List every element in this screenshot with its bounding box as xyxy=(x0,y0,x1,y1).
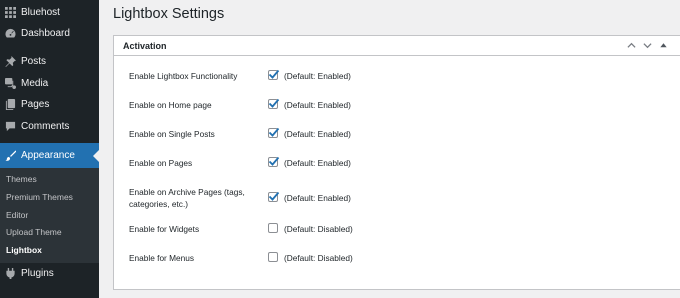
panel-title: Activation xyxy=(123,41,167,51)
sidebar-item-label: Dashboard xyxy=(21,27,70,39)
default-note: (Default: Disabled) xyxy=(284,224,353,234)
grid-icon xyxy=(4,6,16,18)
sidebar-item-label: Appearance xyxy=(21,150,75,161)
page-title: Lightbox Settings xyxy=(113,6,225,22)
sidebar-item-appearance[interactable]: Appearance xyxy=(0,143,99,168)
default-note: (Default: Enabled) xyxy=(284,158,351,168)
setting-label: Enable on Pages xyxy=(129,158,193,168)
submenu-item-lightbox[interactable]: Lightbox xyxy=(6,245,42,255)
triangle-up-icon[interactable] xyxy=(657,39,670,52)
sidebar-item-posts[interactable]: Posts xyxy=(0,50,99,72)
media-icon xyxy=(4,77,16,89)
active-indicator xyxy=(93,149,99,162)
brush-icon xyxy=(4,150,16,162)
pages-checkbox[interactable] xyxy=(268,156,280,167)
setting-label: Enable on Single Posts xyxy=(129,129,215,139)
archive-pages-checkbox[interactable] xyxy=(268,191,280,202)
default-note: (Default: Enabled) xyxy=(284,100,351,110)
default-note: (Default: Enabled) xyxy=(284,129,351,139)
default-note: (Default: Disabled) xyxy=(284,253,353,263)
plugin-icon xyxy=(4,267,16,279)
submenu-item-themes[interactable]: Themes xyxy=(6,174,37,184)
single-posts-checkbox[interactable] xyxy=(268,127,280,138)
sidebar-item-media[interactable]: Media xyxy=(0,72,99,94)
dashboard-icon xyxy=(4,27,16,39)
admin-sidebar: Bluehost Dashboard Posts Media Pages Com… xyxy=(0,0,99,298)
widgets-checkbox[interactable] xyxy=(268,223,278,233)
appearance-submenu: Themes Premium Themes Editor Upload Them… xyxy=(0,168,99,263)
activation-panel: Activation Enable Lightbox Functionality… xyxy=(113,35,680,290)
sidebar-item-label: Bluehost xyxy=(21,6,60,18)
default-note: (Default: Enabled) xyxy=(284,193,351,203)
submenu-item-editor[interactable]: Editor xyxy=(6,210,28,220)
pages-icon xyxy=(4,98,16,110)
pin-icon xyxy=(4,55,16,67)
submenu-item-premium-themes[interactable]: Premium Themes xyxy=(6,192,73,202)
setting-label: Enable for Menus xyxy=(129,253,195,263)
setting-label: Enable Lightbox Functionality xyxy=(129,71,238,81)
setting-label: Enable on Home page xyxy=(129,100,212,110)
sidebar-item-dashboard[interactable]: Dashboard xyxy=(0,22,99,44)
chevron-down-icon[interactable] xyxy=(641,39,654,52)
sidebar-item-label: Media xyxy=(21,77,49,89)
sidebar-item-label: Posts xyxy=(21,55,47,67)
sidebar-item-pages[interactable]: Pages xyxy=(0,93,99,115)
comment-icon xyxy=(4,120,16,132)
chevron-up-icon[interactable] xyxy=(625,39,638,52)
panel-header: Activation xyxy=(114,36,680,56)
sidebar-item-label: Plugins xyxy=(21,267,54,279)
submenu-item-upload-theme[interactable]: Upload Theme xyxy=(6,227,62,237)
default-note: (Default: Enabled) xyxy=(284,71,351,81)
sidebar-item-label: Pages xyxy=(21,98,50,110)
setting-label: Enable for Widgets xyxy=(129,224,200,234)
home-page-checkbox[interactable] xyxy=(268,98,280,109)
menus-checkbox[interactable] xyxy=(268,252,278,262)
sidebar-item-bluehost[interactable]: Bluehost xyxy=(0,1,99,23)
setting-label: Enable on Archive Pages (tags, categorie… xyxy=(129,187,245,209)
lightbox-functionality-checkbox[interactable] xyxy=(268,69,280,80)
sidebar-item-label: Comments xyxy=(21,120,70,132)
sidebar-item-plugins[interactable]: Plugins xyxy=(0,262,99,284)
sidebar-item-comments[interactable]: Comments xyxy=(0,115,99,137)
